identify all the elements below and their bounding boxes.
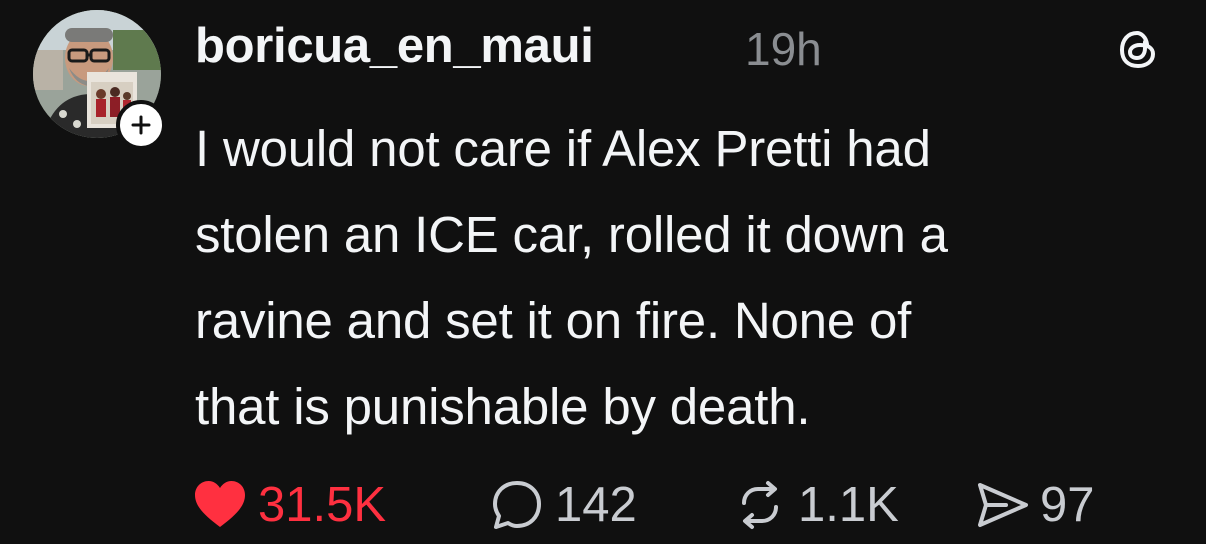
like-button[interactable]: 31.5K (190, 470, 386, 540)
share-count: 97 (1040, 478, 1095, 532)
plus-icon (131, 115, 151, 135)
repost-arrows-icon (742, 481, 778, 529)
post-text-line: stolen an ICE car, rolled it down a (195, 206, 948, 263)
share-button[interactable]: 97 (972, 470, 1095, 540)
post-text-line: I would not care if Alex Pretti had (195, 120, 931, 177)
post-text-line: that is punishable by death. (195, 378, 811, 435)
post-actions: 31.5K 142 1.1K 97 (190, 470, 1180, 540)
post-text-line: ravine and set it on fire. None of (195, 292, 912, 349)
author-avatar-container[interactable] (33, 10, 166, 150)
post-body: I would not care if Alex Pretti had stol… (195, 106, 1185, 450)
reply-count: 142 (555, 478, 637, 532)
post-header: boricua_en_maui 19h (195, 12, 1175, 82)
follow-button[interactable] (116, 100, 166, 150)
author-username[interactable]: boricua_en_maui (195, 18, 594, 74)
like-count: 31.5K (258, 478, 387, 532)
heart-filled-icon (195, 481, 245, 527)
repost-count: 1.1K (798, 478, 899, 532)
thread-post: boricua_en_maui 19h I would not care if … (0, 0, 1206, 544)
reply-button[interactable]: 142 (487, 470, 637, 540)
threads-logo-icon (1113, 24, 1163, 74)
repost-button[interactable]: 1.1K (730, 470, 899, 540)
paper-plane-icon (978, 483, 1028, 527)
post-timestamp[interactable]: 19h (745, 22, 822, 76)
speech-bubble-icon (493, 481, 541, 529)
